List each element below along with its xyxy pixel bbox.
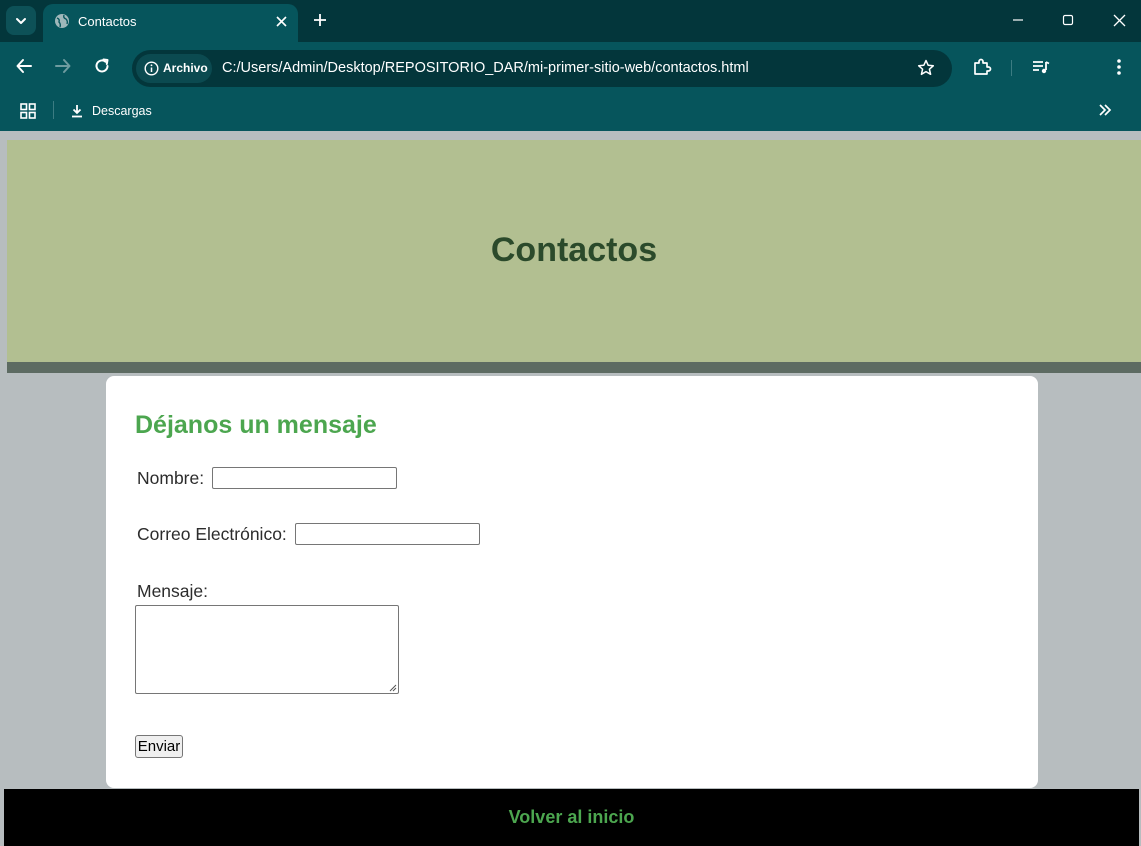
- more-vertical-icon: [1117, 59, 1121, 75]
- tab-close-button[interactable]: [272, 12, 290, 30]
- back-button[interactable]: [14, 56, 34, 76]
- plus-icon: [314, 14, 326, 26]
- reload-icon: [95, 58, 109, 73]
- arrow-left-icon: [16, 59, 32, 73]
- toolbar-divider: [1011, 60, 1012, 76]
- header-divider: [7, 362, 1141, 373]
- browser-tab-contactos[interactable]: Contactos: [43, 4, 298, 42]
- info-icon: [144, 61, 159, 76]
- chevron-down-icon: [16, 17, 26, 24]
- name-label: Nombre:: [137, 468, 205, 488]
- tab-strip: Contactos: [0, 0, 1141, 42]
- resize-handle-icon[interactable]: [388, 683, 397, 692]
- minimize-icon: [1013, 19, 1023, 21]
- url-text[interactable]: C:/Users/Admin/Desktop/REPOSITORIO_DAR/m…: [222, 60, 749, 76]
- close-window-button[interactable]: [1108, 9, 1130, 31]
- site-info-chip[interactable]: Archivo: [136, 54, 212, 83]
- tab-search-button[interactable]: [6, 6, 36, 35]
- close-icon: [1113, 14, 1125, 26]
- playlist-icon: [1033, 61, 1050, 74]
- maximize-button[interactable]: [1057, 9, 1079, 31]
- reload-button[interactable]: [92, 56, 112, 76]
- chevron-double-right-icon[interactable]: [1096, 101, 1114, 119]
- bookmark-star-icon[interactable]: [916, 58, 936, 78]
- minimize-button[interactable]: [1007, 9, 1029, 31]
- globe-icon: [55, 14, 69, 28]
- page-header: Contactos: [7, 140, 1141, 362]
- bookmarks-bar: Descargas: [0, 90, 1141, 131]
- forward-button[interactable]: [53, 56, 73, 76]
- extensions-button[interactable]: [971, 56, 993, 78]
- browser-toolbar: Archivo C:/Users/Admin/Desktop/REPOSITOR…: [0, 42, 1141, 90]
- browser-menu-button[interactable]: [1108, 56, 1130, 78]
- maximize-icon: [1062, 14, 1074, 26]
- apps-grid-icon[interactable]: [19, 102, 37, 120]
- address-bar[interactable]: Archivo C:/Users/Admin/Desktop/REPOSITOR…: [132, 50, 952, 87]
- new-tab-button[interactable]: [309, 9, 331, 31]
- back-home-link[interactable]: Volver al inicio: [4, 807, 1139, 828]
- media-controls-button[interactable]: [1030, 56, 1052, 78]
- message-label: Mensaje:: [137, 581, 209, 601]
- page-title: Contactos: [490, 231, 658, 269]
- bookmarks-divider: [53, 101, 54, 119]
- name-input[interactable]: [212, 467, 397, 489]
- puzzle-icon: [974, 58, 992, 75]
- tab-title: Contactos: [78, 14, 137, 29]
- message-textarea[interactable]: [135, 605, 399, 694]
- bookmark-descargas[interactable]: Descargas: [70, 101, 152, 121]
- email-label: Correo Electrónico:: [137, 524, 287, 544]
- page-footer: Volver al inicio: [4, 789, 1139, 846]
- page-viewport: Contactos Déjanos un mensaje Nombre: Cor…: [0, 131, 1141, 846]
- arrow-right-icon: [55, 59, 71, 73]
- email-input[interactable]: [295, 523, 480, 545]
- close-icon: [275, 15, 287, 27]
- site-info-label: Archivo: [163, 61, 208, 75]
- bookmark-label: Descargas: [92, 104, 152, 118]
- download-icon: [72, 105, 82, 118]
- contact-form-card: Déjanos un mensaje Nombre: Correo Electr…: [106, 376, 1038, 788]
- submit-button[interactable]: Enviar: [135, 735, 183, 758]
- form-heading: Déjanos un mensaje: [135, 411, 377, 439]
